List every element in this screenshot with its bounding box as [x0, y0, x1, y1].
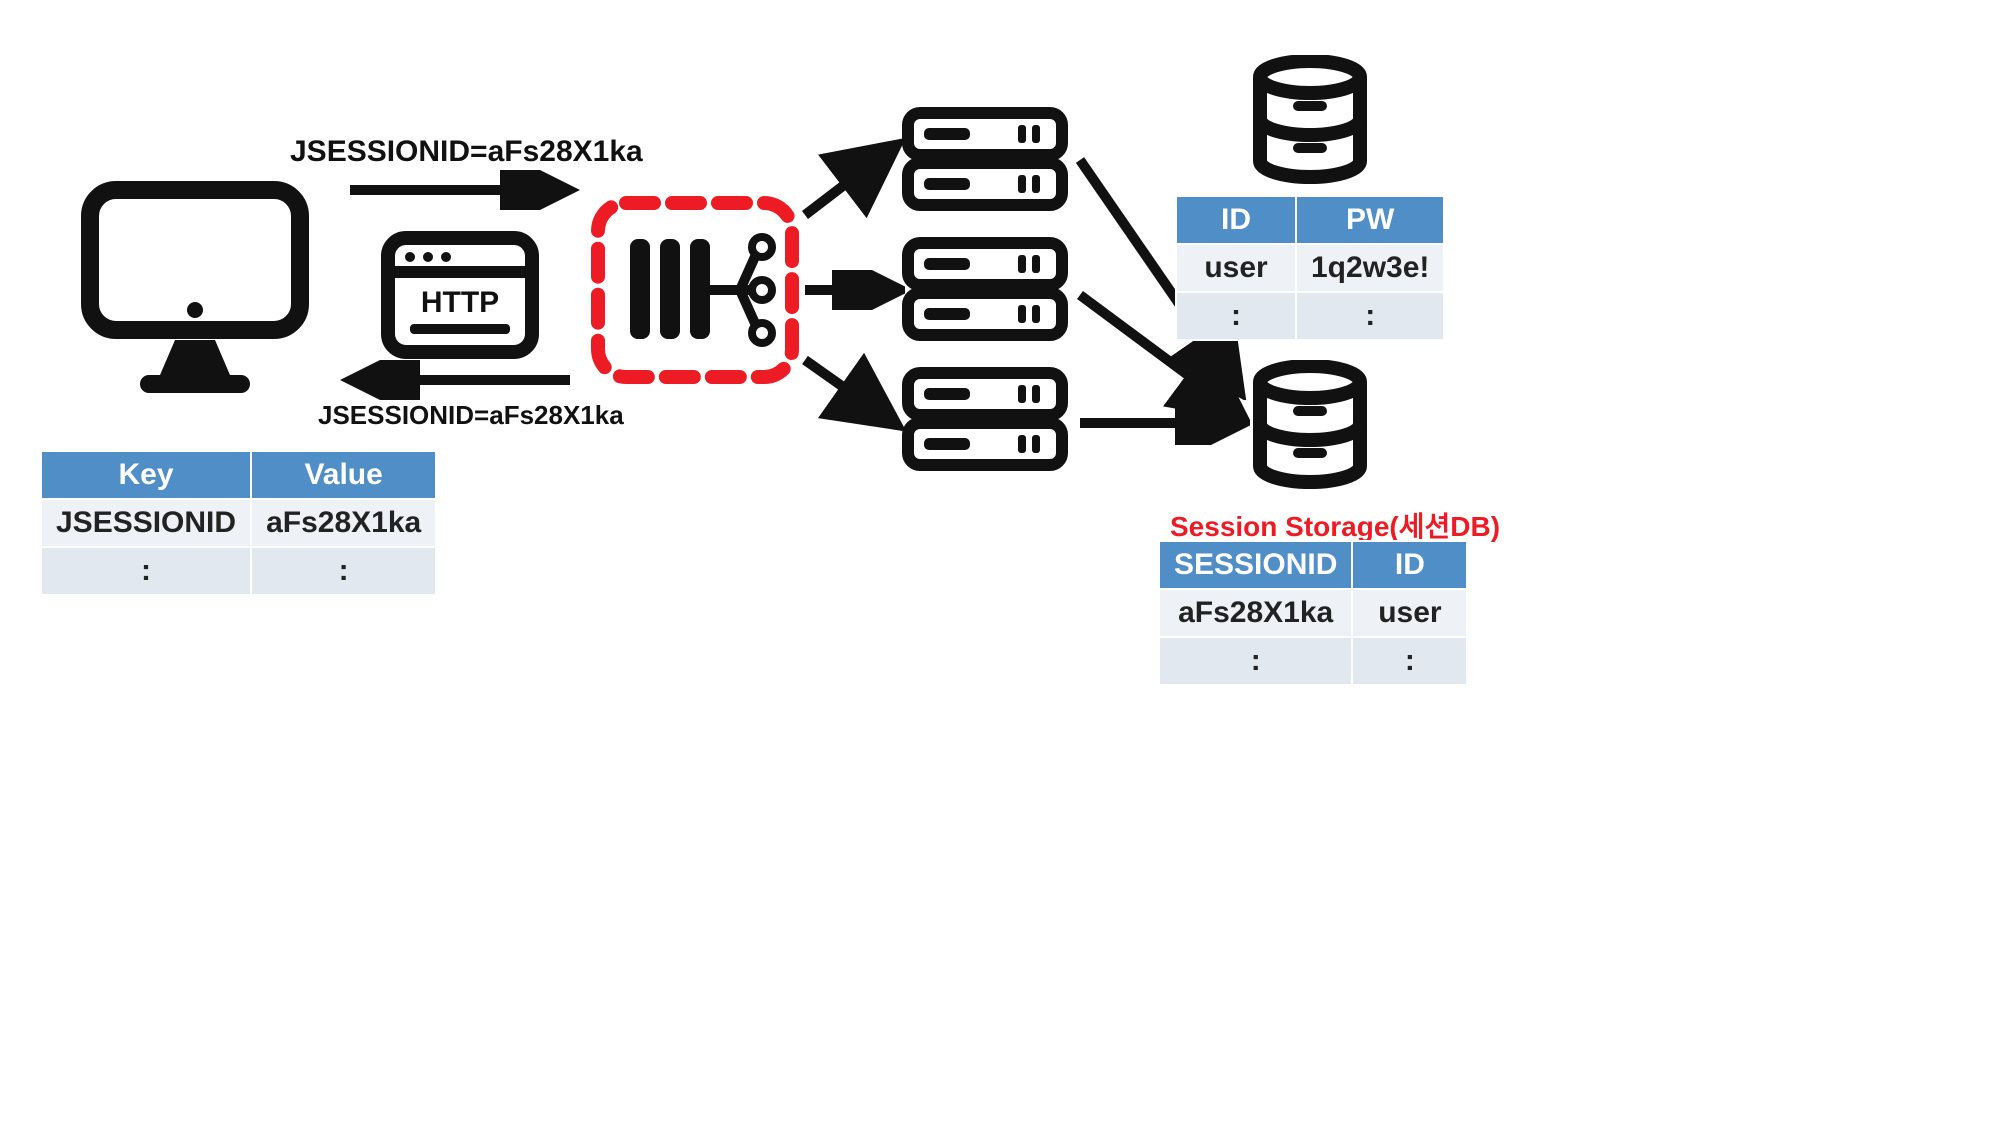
load-balancer-icon	[590, 195, 800, 390]
http-icon: HTTP	[380, 230, 540, 365]
session-header-sid: SESSIONID	[1159, 541, 1352, 589]
session-cell: user	[1352, 589, 1467, 637]
client-cell: :	[41, 547, 251, 595]
server-icon	[900, 105, 1070, 220]
request-label: JSESSIONID=aFs28X1ka	[290, 135, 643, 169]
user-cell: :	[1176, 292, 1296, 340]
session-header-id: ID	[1352, 541, 1467, 589]
client-header-key: Key	[41, 451, 251, 499]
user-credentials-table: ID PW user 1q2w3e! : :	[1175, 195, 1445, 341]
arrow-request	[340, 170, 580, 210]
database-icon	[1245, 55, 1375, 190]
arrow-srv3-db	[1070, 405, 1250, 445]
client-cell: :	[251, 547, 436, 595]
arrow-lb-server1	[795, 135, 905, 225]
user-header-id: ID	[1176, 196, 1296, 244]
session-cell: aFs28X1ka	[1159, 589, 1352, 637]
user-cell: :	[1296, 292, 1444, 340]
client-header-value: Value	[251, 451, 436, 499]
monitor-icon	[80, 180, 310, 405]
user-cell: user	[1176, 244, 1296, 292]
database-icon	[1245, 360, 1375, 495]
user-header-pw: PW	[1296, 196, 1444, 244]
response-label: JSESSIONID=aFs28X1ka	[318, 400, 624, 431]
client-cell: JSESSIONID	[41, 499, 251, 547]
client-cell: aFs28X1ka	[251, 499, 436, 547]
server-icon	[900, 365, 1070, 480]
session-table: SESSIONID ID aFs28X1ka user : :	[1158, 540, 1468, 686]
arrow-response	[340, 360, 580, 400]
client-cookie-table: Key Value JSESSIONID aFs28X1ka : :	[40, 450, 437, 596]
arrow-lb-server3	[795, 350, 905, 440]
user-cell: 1q2w3e!	[1296, 244, 1444, 292]
session-cell: :	[1159, 637, 1352, 685]
session-cell: :	[1352, 637, 1467, 685]
server-icon	[900, 235, 1070, 350]
session-storage-title: Session Storage(세션DB)	[1170, 505, 1500, 545]
arrow-lb-server2	[800, 270, 905, 310]
svg-text:HTTP: HTTP	[421, 286, 499, 319]
